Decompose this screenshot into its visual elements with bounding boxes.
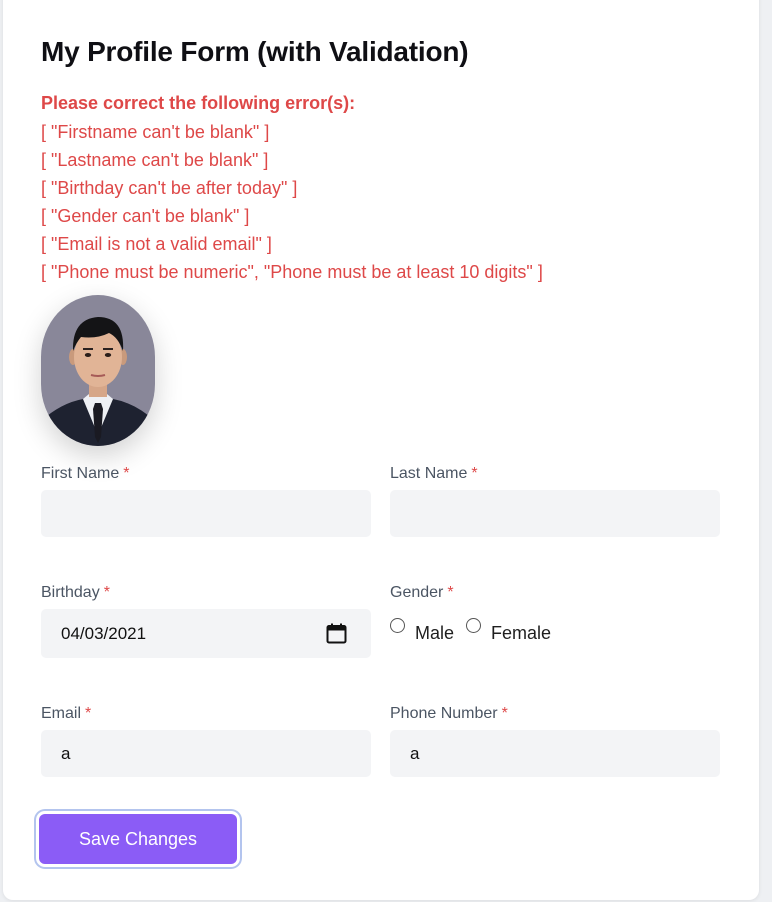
error-item: [ "Firstname can't be blank" ] bbox=[41, 122, 270, 142]
error-item: [ "Phone must be numeric", "Phone must b… bbox=[41, 262, 543, 282]
first-name-label: First Name * bbox=[41, 465, 130, 482]
gender-option-male[interactable]: Male bbox=[415, 623, 454, 644]
email-label: Email * bbox=[41, 705, 92, 722]
last-name-field[interactable] bbox=[390, 490, 720, 537]
error-item: [ "Email is not a valid email" ] bbox=[41, 234, 272, 254]
save-changes-button[interactable]: Save Changes bbox=[39, 814, 237, 864]
required-mark: * bbox=[447, 584, 454, 601]
gender-radio-female[interactable] bbox=[466, 618, 481, 633]
avatar bbox=[41, 295, 155, 446]
phone-label: Phone Number * bbox=[390, 705, 508, 722]
birthday-label: Birthday * bbox=[41, 584, 110, 601]
calendar-icon[interactable] bbox=[326, 623, 347, 644]
birthday-value: 04/03/2021 bbox=[61, 624, 147, 643]
phone-field[interactable]: a bbox=[390, 730, 720, 777]
error-list: [ "Firstname can't be blank" ] [ "Lastna… bbox=[41, 121, 543, 289]
gender-radio-male[interactable] bbox=[390, 618, 405, 633]
page-title: My Profile Form (with Validation) bbox=[41, 36, 469, 67]
error-heading: Please correct the following error(s): bbox=[41, 93, 356, 113]
email-field[interactable]: a bbox=[41, 730, 371, 777]
first-name-field[interactable] bbox=[41, 490, 371, 537]
last-name-label: Last Name * bbox=[390, 465, 478, 482]
required-mark: * bbox=[471, 465, 478, 482]
gender-label: Gender * bbox=[390, 584, 454, 601]
error-item: [ "Gender can't be blank" ] bbox=[41, 206, 250, 226]
required-mark: * bbox=[85, 705, 92, 722]
gender-option-female[interactable]: Female bbox=[491, 623, 551, 644]
birthday-field[interactable]: 04/03/2021 bbox=[41, 609, 371, 658]
required-mark: * bbox=[501, 705, 508, 722]
error-item: [ "Birthday can't be after today" ] bbox=[41, 178, 298, 198]
required-mark: * bbox=[103, 584, 110, 601]
profile-photo bbox=[41, 295, 155, 446]
error-item: [ "Lastname can't be blank" ] bbox=[41, 150, 269, 170]
required-mark: * bbox=[123, 465, 130, 482]
